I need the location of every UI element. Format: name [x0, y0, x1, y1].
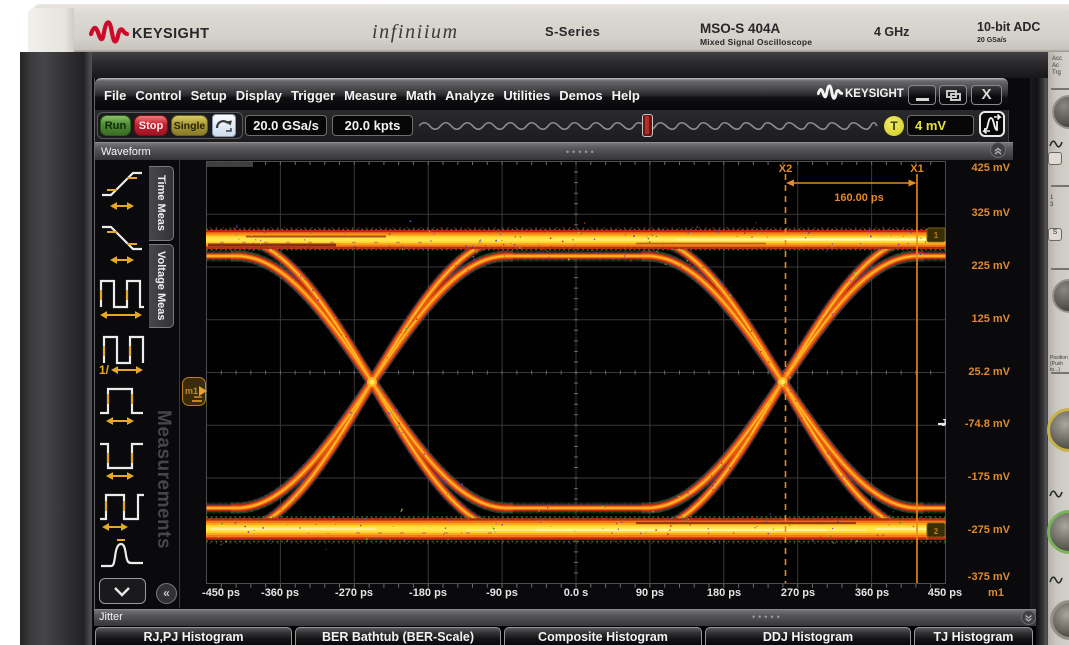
svg-text:X2: X2: [779, 163, 792, 175]
svg-text:160.00 ps: 160.00 ps: [834, 192, 884, 204]
svg-text:1/: 1/: [99, 363, 110, 376]
svg-text:1: 1: [934, 231, 939, 240]
svg-text:X1: X1: [910, 163, 923, 175]
svg-text:2: 2: [934, 527, 939, 536]
